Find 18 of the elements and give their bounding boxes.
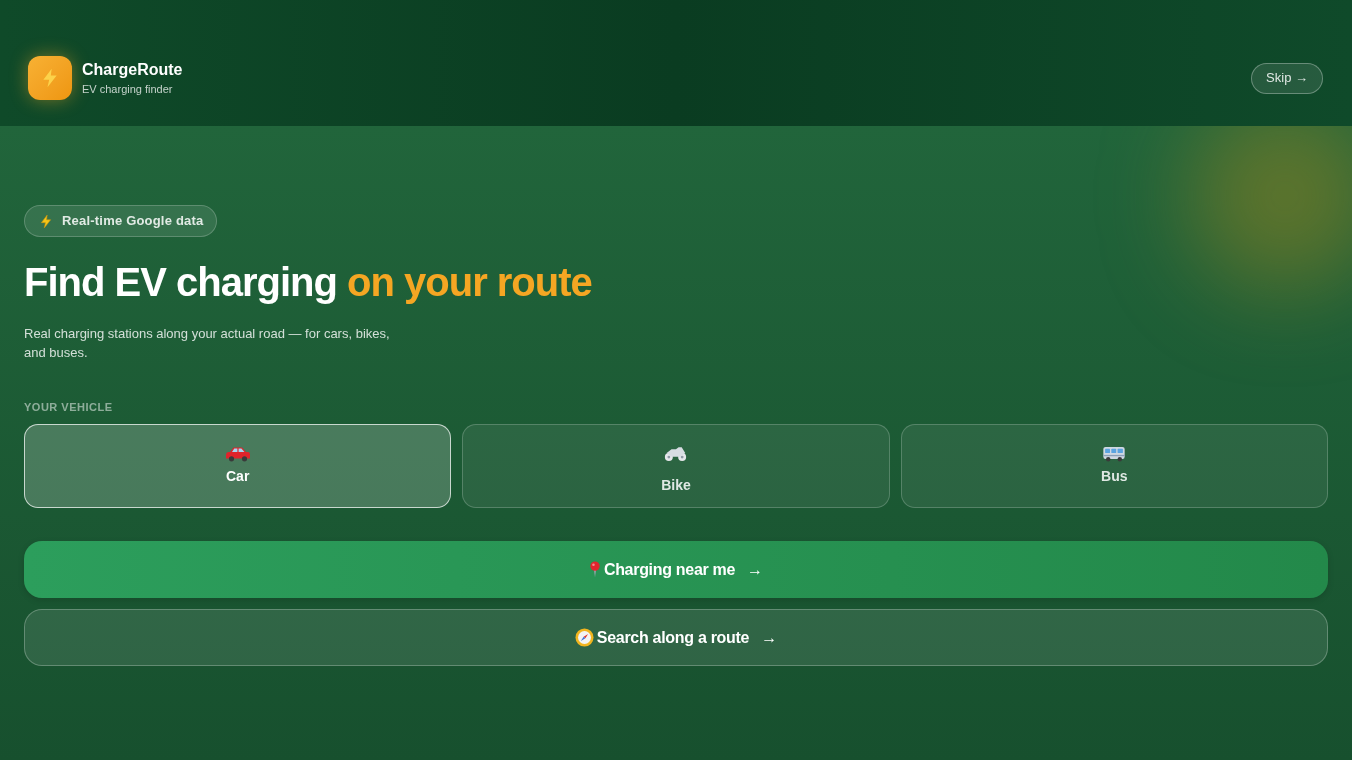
headline: Find EV charging on your route bbox=[24, 259, 592, 306]
section-label: YOUR VEHICLE bbox=[24, 400, 113, 415]
vehicle-option[interactable]: Bus bbox=[900, 424, 1328, 508]
compass-icon bbox=[574, 628, 594, 647]
secondary-action-button[interactable]: Search along a route → bbox=[24, 609, 1328, 666]
feature-badge: Real-time Google data bbox=[24, 205, 218, 237]
vehicle-option[interactable]: Bike bbox=[462, 424, 890, 508]
motorbike-icon bbox=[664, 446, 688, 462]
bolt-icon bbox=[39, 213, 53, 229]
bus-icon bbox=[1102, 446, 1127, 462]
description: Real charging stations along your actual road — for cars, bikes, and buses. bbox=[24, 325, 391, 362]
car-icon bbox=[224, 446, 251, 462]
logo-icon bbox=[28, 56, 72, 100]
app-name: ChargeRoute bbox=[82, 60, 183, 80]
vehicle-option[interactable]: Car bbox=[24, 424, 452, 508]
app-tagline: EV charging finder bbox=[82, 82, 174, 96]
skip-button[interactable]: Skip → bbox=[1251, 62, 1323, 94]
primary-action-button[interactable]: Charging near me → bbox=[24, 541, 1328, 598]
